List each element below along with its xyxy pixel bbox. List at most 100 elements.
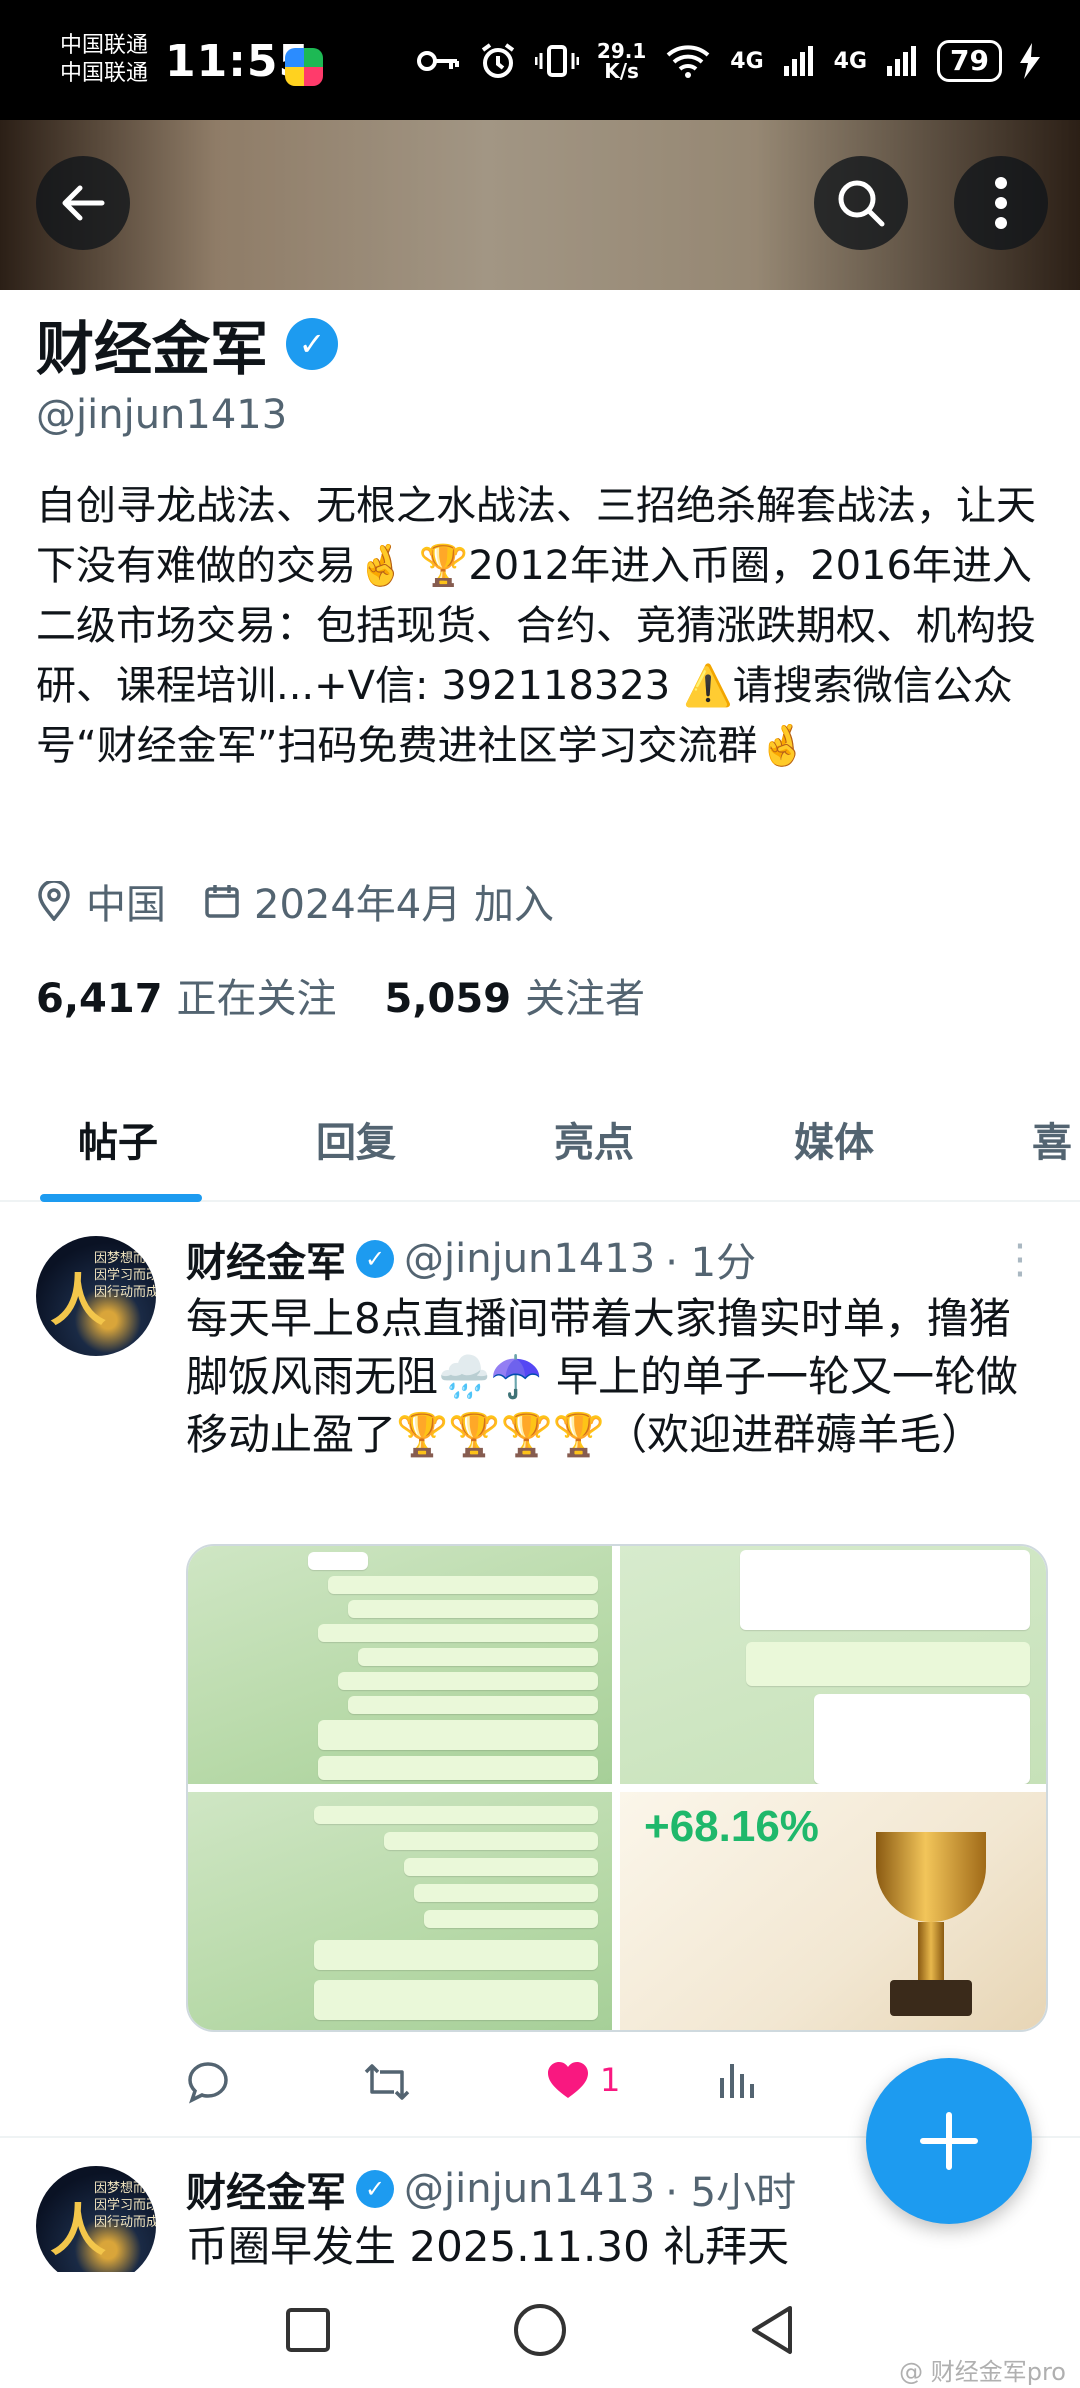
speed-value: 29.1 <box>596 39 647 63</box>
avatar-text: 因梦想而伟大 因学习而改变 因行动而成功 <box>94 2181 156 2230</box>
post-author-name[interactable]: 财经金军 <box>186 2160 346 2218</box>
chat-bubble <box>314 1806 598 1824</box>
chat-bubble <box>746 1642 1030 1686</box>
media-image-chat-3[interactable] <box>188 1792 612 2030</box>
watermark: @ 财经金军pro <box>899 2358 1066 2386</box>
profile-tabs: 帖子 回复 亮点 媒体 喜 <box>0 1070 1080 1202</box>
vibrate-icon <box>534 45 579 77</box>
carrier-1: 中国联通 <box>60 33 149 58</box>
post-avatar[interactable]: 人 因梦想而伟大 因学习而改变 因行动而成功 <box>36 2166 156 2286</box>
charging-icon <box>1020 43 1040 79</box>
trophy-cup <box>876 1832 986 1922</box>
alarm-icon <box>481 43 515 78</box>
carrier-labels: 中国联通 中国联通 <box>60 32 148 88</box>
search-button[interactable] <box>814 156 908 250</box>
media-image-chat-2[interactable] <box>620 1546 1046 1784</box>
profile-name: 财经金军 <box>36 315 269 383</box>
banner-shade <box>0 120 1080 290</box>
post-time: · 5小时 <box>665 2170 797 2216</box>
post-time: · 1分 <box>665 1240 757 1286</box>
tab-likes[interactable]: 喜 <box>1032 1110 1072 1168</box>
like-count: 1 <box>600 2061 621 2099</box>
network-speed: 29.1 K/s <box>597 41 646 81</box>
verified-badge-icon[interactable]: ✓ <box>286 318 339 370</box>
verified-badge-icon: ✓ <box>356 2170 394 2208</box>
profile-joined: 2024年4月 加入 <box>254 882 554 928</box>
key-icon <box>416 51 459 71</box>
profile-banner <box>0 120 1080 290</box>
reply-icon <box>188 2062 228 2104</box>
tab-replies[interactable]: 回复 <box>316 1110 396 1168</box>
chat-bubble <box>424 1910 598 1928</box>
search-icon <box>838 180 885 227</box>
post-header: 财经金军 ✓ @jinjun1413 · 5小时 <box>186 2160 796 2218</box>
speed-unit: K/s <box>604 59 639 83</box>
location-pin-icon <box>38 881 70 921</box>
chat-bubble <box>314 1940 598 1970</box>
chat-bubble <box>308 1552 368 1570</box>
chat-bubble <box>348 1696 598 1714</box>
followers-link[interactable]: 5,059 关注者 <box>385 966 646 1024</box>
profile-meta: 中国 2024年4月 加入 <box>36 872 554 930</box>
profile-name-row: 财经金军 ✓ <box>36 302 339 386</box>
repost-icon <box>364 2064 410 2100</box>
more-vertical-icon <box>995 177 1007 229</box>
signal-icon <box>783 46 813 76</box>
chat-bubble <box>318 1624 598 1642</box>
post-author-handle[interactable]: @jinjun1413 <box>404 1236 655 1282</box>
heart-filled-icon <box>548 2062 588 2098</box>
back-button[interactable] <box>36 156 130 250</box>
following-label: 正在关注 <box>176 976 337 1022</box>
post-author-name[interactable]: 财经金军 <box>186 1230 346 1288</box>
signal-icon-2 <box>887 46 917 76</box>
post-header: 财经金军 ✓ @jinjun1413 · 1分 <box>186 1230 756 1288</box>
followers-label: 关注者 <box>525 976 646 1022</box>
compose-button[interactable] <box>866 2058 1032 2224</box>
post-avatar[interactable]: 人 因梦想而伟大 因学习而改变 因行动而成功 <box>36 1236 156 1356</box>
views-button[interactable] <box>716 2060 756 2100</box>
chat-bubble <box>384 1832 598 1850</box>
chat-bubble <box>314 1980 598 2020</box>
triangle-back-icon <box>752 2306 792 2354</box>
tab-posts[interactable]: 帖子 <box>78 1110 158 1168</box>
status-icons: 29.1 K/s 4G 4G 79 <box>416 40 1040 82</box>
repost-button[interactable] <box>362 2060 412 2104</box>
media-percent-label: +68.16% <box>644 1802 819 1851</box>
square-icon <box>286 2308 330 2352</box>
tab-media[interactable]: 媒体 <box>794 1110 874 1168</box>
profile-location: 中国 <box>86 882 166 928</box>
media-image-chat-1[interactable] <box>188 1546 612 1784</box>
carrier-2: 中国联通 <box>60 61 149 86</box>
followers-count: 5,059 <box>384 976 512 1022</box>
recents-button[interactable] <box>276 2298 340 2362</box>
exchange-card <box>814 1694 1030 1784</box>
battery-indicator: 79 <box>937 40 1002 82</box>
chat-bubble <box>328 1576 598 1594</box>
reply-button[interactable] <box>186 2060 230 2104</box>
post-more-icon[interactable]: · · · <box>1010 1227 1030 1295</box>
chat-bubble <box>414 1884 598 1902</box>
profile-bio: 自创寻龙战法、无根之水战法、三招绝杀解套战法，让天下没有难做的交易🤞 🏆2012… <box>36 483 1036 769</box>
chat-bubble <box>318 1720 598 1750</box>
media-image-trophy[interactable]: +68.16% <box>620 1792 1046 2030</box>
calendar-icon <box>205 885 239 918</box>
following-link[interactable]: 6,417 正在关注 <box>36 966 337 1024</box>
chat-bubble <box>404 1858 598 1876</box>
following-count: 6,417 <box>36 976 163 1022</box>
screenshot-card <box>740 1550 1030 1630</box>
chat-bubble <box>318 1756 598 1780</box>
like-button[interactable]: 1 <box>546 2060 620 2100</box>
nav-back-button[interactable] <box>740 2298 804 2362</box>
trophy-stem <box>918 1922 944 1982</box>
post-author-handle[interactable]: @jinjun1413 <box>404 2166 655 2212</box>
home-button[interactable] <box>508 2298 572 2362</box>
post-media-grid[interactable]: +68.16% <box>186 1544 1048 2032</box>
arrow-left-icon <box>62 185 105 221</box>
app-notification-icon <box>285 48 323 86</box>
more-options-button[interactable] <box>954 156 1048 250</box>
post-text: 每天早上8点直播间带着大家撸实时单，撸猪脚饭风雨无阻🌧️☂️ 早上的单子一轮又一… <box>186 1294 1018 1459</box>
wifi-icon <box>666 45 710 78</box>
post-text: 币圈早发生 2025.11.30 礼拜天 <box>186 2222 790 2271</box>
active-tab-indicator <box>40 1194 202 1202</box>
tab-highlights[interactable]: 亮点 <box>554 1110 634 1168</box>
